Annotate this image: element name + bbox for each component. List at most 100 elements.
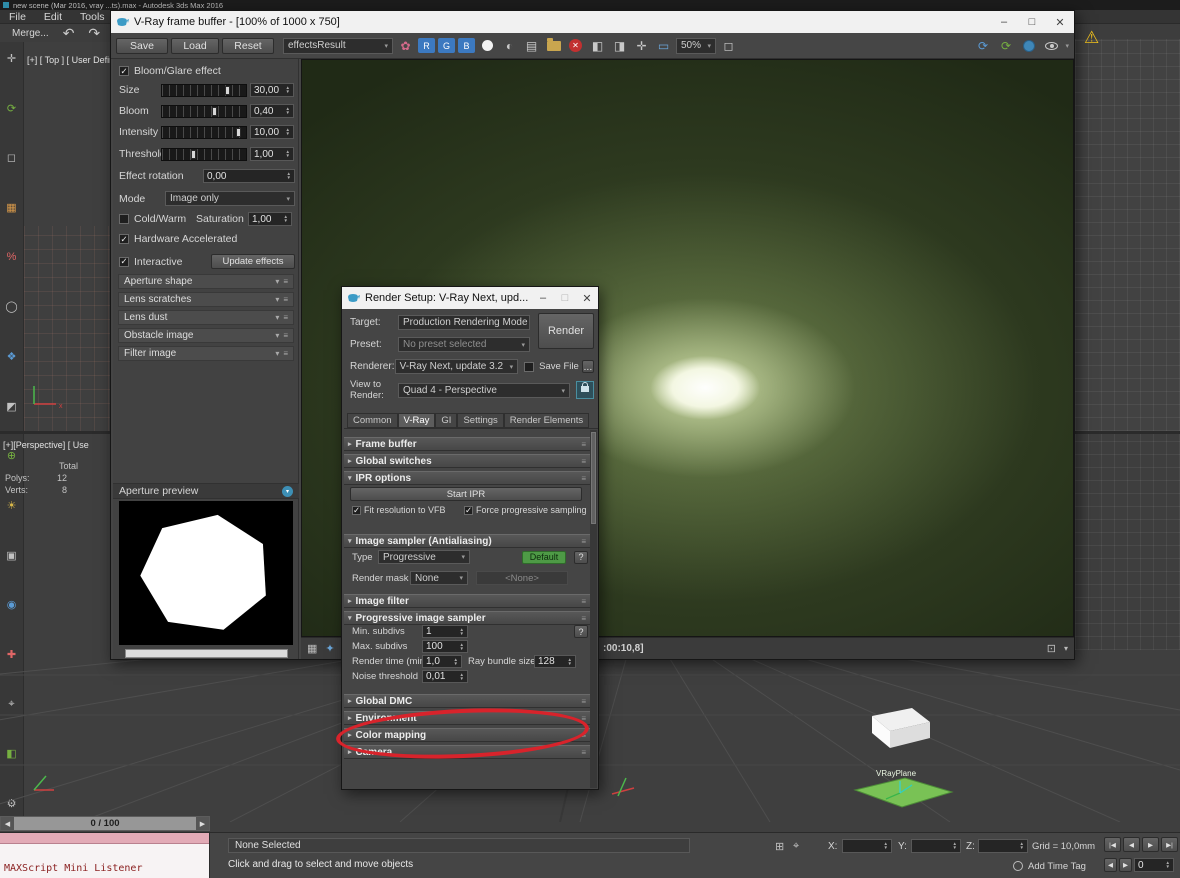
intensity-value[interactable]: 10,00 bbox=[250, 125, 294, 139]
ray-bundle-spinner[interactable]: 128 bbox=[534, 655, 576, 668]
bloom-glare-checkbox[interactable] bbox=[119, 66, 129, 76]
aperture-preview-collapse-icon[interactable]: ▾ bbox=[282, 485, 293, 497]
maxscript-pink-strip[interactable] bbox=[0, 833, 209, 844]
track-prev-icon[interactable]: ◀ bbox=[1, 817, 14, 830]
tab-common[interactable]: Common bbox=[347, 413, 398, 428]
vfb-channel-combo[interactable]: effectsResult bbox=[283, 37, 393, 54]
display-correction-eye-icon[interactable] bbox=[1042, 36, 1061, 55]
pan-icon[interactable]: ✛ bbox=[632, 36, 651, 55]
vfb-frame-icon[interactable]: ⊡ bbox=[1047, 642, 1056, 655]
left-toolbar-icon[interactable]: ✛ bbox=[0, 48, 23, 69]
left-toolbar-icon[interactable]: ◩ bbox=[0, 396, 23, 417]
rs-close-button[interactable]: ✕ bbox=[576, 288, 598, 309]
stamp-globe-icon[interactable] bbox=[1019, 36, 1038, 55]
rollout-progressive-sampler[interactable]: ▾ Progressive image sampler ≡ bbox=[344, 611, 590, 625]
menu-edit[interactable]: Edit bbox=[35, 11, 71, 23]
start-ipr-button[interactable]: Start IPR bbox=[350, 487, 582, 501]
add-time-tag[interactable]: Add Time Tag bbox=[1028, 861, 1086, 872]
vfb-load-button[interactable]: Load bbox=[171, 37, 219, 54]
render-last-alt-icon[interactable]: ⟳ bbox=[996, 36, 1015, 55]
time-slider[interactable]: ◀ 0 / 100 ▶ bbox=[0, 816, 210, 831]
type-combo[interactable]: Progressive bbox=[378, 550, 470, 564]
renderer-combo[interactable]: V-Ray Next, update 3.2 bbox=[394, 359, 519, 374]
monochrome-icon[interactable]: ◐ bbox=[500, 36, 519, 55]
rs-maximize-button[interactable]: □ bbox=[554, 288, 576, 309]
filter-image-section[interactable]: Filter image ▾ ≡ bbox=[118, 346, 294, 361]
render-button[interactable]: Render bbox=[538, 313, 594, 349]
obstacle-image-section[interactable]: Obstacle image ▾ ≡ bbox=[118, 328, 294, 343]
rollout-environment[interactable]: ▸ Environment ≡ bbox=[344, 711, 590, 725]
progressive-help-button[interactable]: ? bbox=[574, 625, 588, 638]
render-setup-titlebar[interactable]: Render Setup: V-Ray Next, upd... – □ ✕ bbox=[342, 287, 598, 309]
threshold-slider[interactable] bbox=[161, 147, 247, 161]
vfb-maximize-button[interactable]: □ bbox=[1018, 12, 1046, 33]
red-channel-icon[interactable]: R bbox=[418, 38, 435, 53]
aperture-preview-header[interactable]: Aperture preview ▾ bbox=[113, 483, 299, 499]
z-coord-field[interactable] bbox=[978, 839, 1028, 853]
maxscript-mini-listener[interactable]: MAXScript Mini Listener bbox=[0, 833, 210, 878]
viewport-top-grid[interactable] bbox=[1075, 39, 1180, 431]
rollout-image-sampler[interactable]: ▾ Image sampler (Antialiasing) ≡ bbox=[344, 534, 590, 548]
bloom-value[interactable]: 0,40 bbox=[250, 104, 294, 118]
rollout-global-dmc[interactable]: ▸ Global DMC ≡ bbox=[344, 694, 590, 708]
tab-gi[interactable]: GI bbox=[435, 413, 458, 428]
saturation-value[interactable]: 1,00 bbox=[248, 212, 292, 226]
sampler-help-button[interactable]: ? bbox=[574, 550, 588, 564]
cold-warm-checkbox[interactable] bbox=[119, 214, 129, 224]
noise-threshold-spinner[interactable]: 0,01 bbox=[422, 670, 468, 683]
viewport-label-top[interactable]: [+] [ Top ] [ User Defin bbox=[27, 55, 111, 65]
clear-image-icon[interactable]: ✕ bbox=[566, 36, 585, 55]
vfb-strip-icon-2[interactable]: ✦ bbox=[325, 642, 334, 655]
rs-scrollbar-track[interactable] bbox=[590, 430, 597, 788]
mode-combo[interactable]: Image only bbox=[165, 191, 295, 206]
max-subdivs-spinner[interactable]: 100 bbox=[422, 640, 468, 653]
default-preset-button[interactable]: Default bbox=[522, 550, 566, 564]
vray-plane-object[interactable] bbox=[853, 777, 954, 808]
go-to-start-button[interactable]: |◀ bbox=[1104, 837, 1121, 852]
vfb-close-button[interactable]: ✕ bbox=[1046, 12, 1074, 33]
save-file-browse-button[interactable]: ... bbox=[581, 360, 594, 373]
render-mask-combo[interactable]: None bbox=[410, 571, 468, 585]
render-time-spinner[interactable]: 1,0 bbox=[422, 655, 462, 668]
save-image-icon[interactable]: ▤ bbox=[522, 36, 541, 55]
y-coord-field[interactable] bbox=[911, 839, 961, 853]
menu-file[interactable]: File bbox=[0, 11, 35, 23]
rs-scrollbar-thumb[interactable] bbox=[591, 432, 596, 524]
left-toolbar-icon[interactable]: ☀ bbox=[0, 495, 23, 516]
warning-triangle-icon[interactable]: ⚠ bbox=[1084, 28, 1099, 48]
region-render-icon[interactable]: ◻ bbox=[719, 36, 738, 55]
vfb-strip-icon-1[interactable]: ▦ bbox=[307, 642, 317, 655]
update-effects-button[interactable]: Update effects bbox=[211, 254, 295, 269]
frame-back-icon[interactable]: ◀ bbox=[1104, 858, 1117, 872]
tab-vray[interactable]: V-Ray bbox=[397, 413, 436, 428]
rollout-ipr-options[interactable]: ▾ IPR options ≡ bbox=[344, 471, 590, 485]
current-frame-field[interactable]: 0 bbox=[1134, 858, 1174, 872]
undo-icon[interactable]: ↶ bbox=[63, 25, 75, 42]
left-toolbar-icon[interactable]: ◯ bbox=[0, 296, 23, 317]
view-to-render-combo[interactable]: Quad 4 - Perspective bbox=[398, 383, 570, 398]
fit-resolution-checkbox[interactable] bbox=[352, 505, 361, 515]
tab-render-elements[interactable]: Render Elements bbox=[503, 413, 590, 428]
alpha-channel-icon[interactable] bbox=[478, 36, 497, 55]
save-file-checkbox[interactable] bbox=[524, 361, 535, 372]
intensity-slider[interactable] bbox=[161, 125, 247, 139]
preset-combo[interactable]: No preset selected bbox=[398, 337, 530, 352]
effect-rotation-value[interactable]: 0,00 bbox=[203, 169, 295, 183]
rollout-frame-buffer[interactable]: ▸ Frame buffer ≡ bbox=[344, 437, 590, 451]
merge-button[interactable]: Merge... bbox=[12, 28, 49, 39]
menu-tools[interactable]: Tools bbox=[71, 11, 114, 23]
left-toolbar-icon[interactable]: ◻ bbox=[0, 147, 23, 168]
vfb-strip-chevron-icon[interactable]: ▾ bbox=[1064, 644, 1068, 653]
monitor-icon[interactable]: ▭ bbox=[654, 36, 673, 55]
color-corrections-icon[interactable]: ✿ bbox=[396, 36, 415, 55]
left-toolbar-icon[interactable]: ◉ bbox=[0, 594, 23, 615]
size-value[interactable]: 30,00 bbox=[250, 83, 294, 97]
selection-lock-icon[interactable]: ⌖ bbox=[793, 840, 799, 853]
frame-fwd-icon[interactable]: ▶ bbox=[1119, 858, 1132, 872]
panel-horizontal-scrollbar[interactable] bbox=[125, 649, 288, 658]
size-slider[interactable] bbox=[161, 83, 247, 97]
open-folder-icon[interactable] bbox=[544, 36, 563, 55]
lens-dust-section[interactable]: Lens dust ▾ ≡ bbox=[118, 310, 294, 325]
ab-compare-vertical-icon[interactable]: ◨ bbox=[610, 36, 629, 55]
left-toolbar-icon[interactable]: ▦ bbox=[0, 197, 23, 218]
